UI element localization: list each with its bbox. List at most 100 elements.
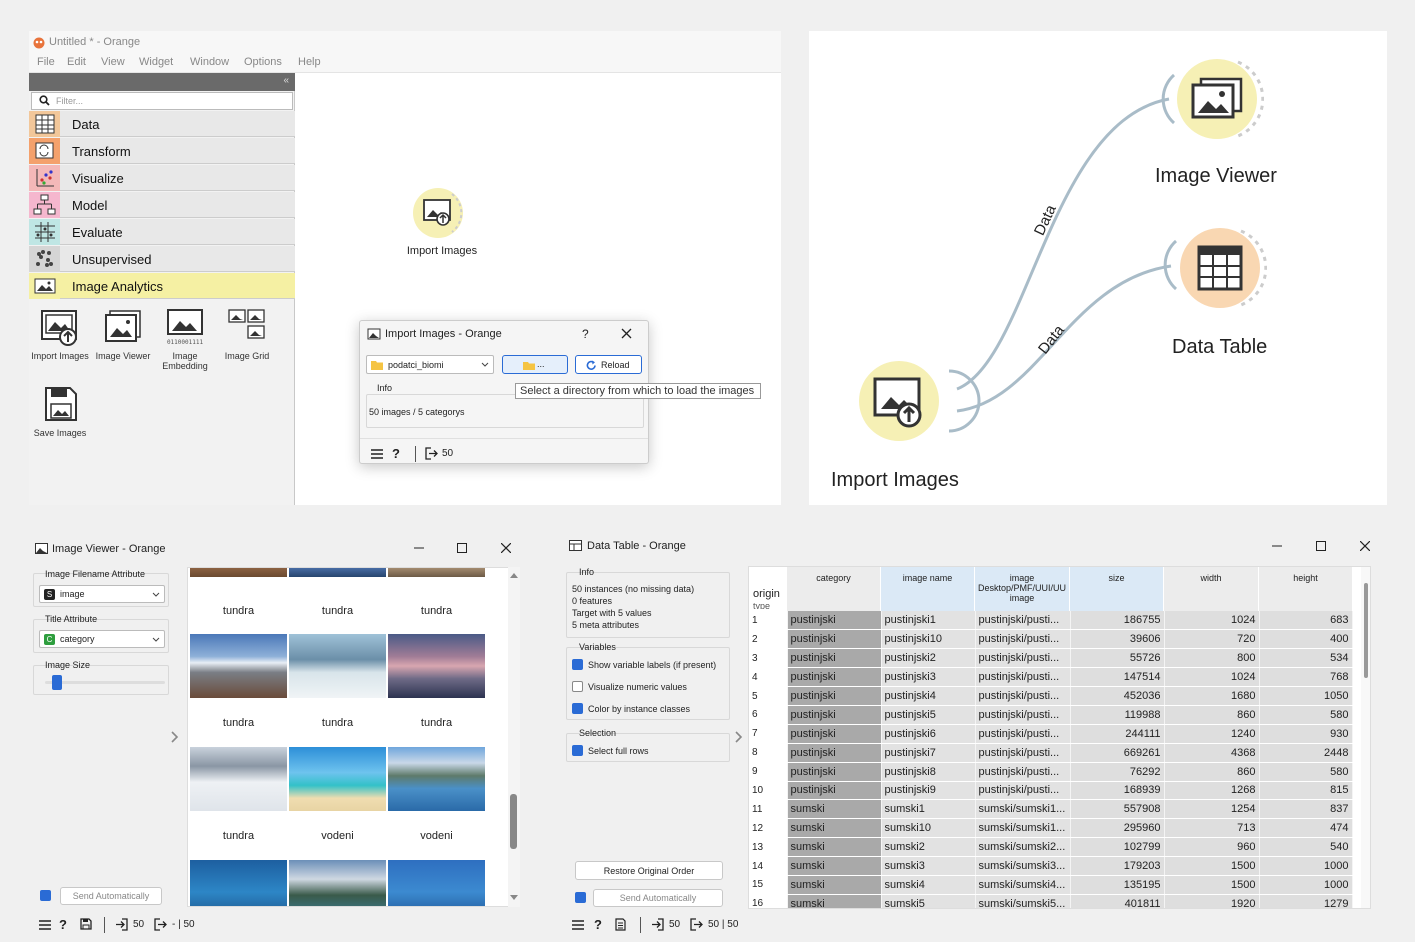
table-row[interactable]: 3 pustinjski pustinjski2 pustinjski/pusti..… [749, 648, 1353, 669]
menu-icon[interactable] [39, 920, 51, 930]
image-tile[interactable] [289, 568, 386, 577]
menu-options[interactable]: Options [244, 56, 282, 68]
close-icon[interactable] [1360, 541, 1370, 551]
reload-button[interactable]: Reload [575, 355, 642, 374]
column-header[interactable]: width [1164, 567, 1258, 611]
canvas-node-import-images[interactable] [413, 188, 463, 238]
help-icon[interactable]: ? [594, 917, 602, 932]
table-row[interactable]: 10 pustinjski pustinjski9 pustinjski/pusti.… [749, 781, 1353, 801]
minimize-icon[interactable] [1272, 541, 1282, 551]
widget-import-images[interactable]: Import Images [30, 307, 90, 361]
image-tile[interactable] [190, 568, 287, 577]
widget-image-grid[interactable]: Image Grid [217, 307, 277, 361]
table-row[interactable]: 4 pustinjski pustinjski3 pustinjski/pusti..… [749, 667, 1353, 688]
category-evaluate[interactable]: Evaluate [29, 219, 295, 245]
image-grid-scrollbar[interactable] [508, 567, 520, 907]
column-header[interactable]: image Desktop/PMF/UUI/UU image [975, 567, 1069, 611]
table-row[interactable]: 7 pustinjski pustinjski6 pustinjski/pusti..… [749, 724, 1353, 744]
category-model[interactable]: Model [29, 192, 295, 218]
image-tile[interactable] [388, 860, 485, 906]
category-unsupervised[interactable]: Unsupervised [29, 246, 295, 272]
widget-image-embedding[interactable]: 0110001111 Image Embedding [155, 307, 215, 371]
send-auto-button[interactable]: Send Automatically [60, 887, 162, 905]
table-row[interactable]: 8 pustinjski pustinjski7 pustinjski/pusti..… [749, 743, 1353, 763]
scroll-up-icon[interactable] [510, 572, 518, 578]
table-row[interactable]: 9 pustinjski pustinjski8 pustinjski/pusti..… [749, 762, 1353, 782]
menu-icon[interactable] [371, 449, 383, 459]
image-tile[interactable] [289, 860, 386, 906]
scroll-thumb[interactable] [510, 794, 517, 849]
select-full-rows-checkbox[interactable] [572, 745, 583, 756]
menu-icon[interactable] [572, 920, 584, 930]
wf-node-image-viewer[interactable] [1177, 59, 1264, 139]
help-icon[interactable]: ? [59, 917, 67, 932]
menu-file[interactable]: File [37, 56, 55, 68]
filter-input[interactable]: Filter... [31, 92, 293, 110]
color-by-class-checkbox[interactable] [572, 703, 583, 714]
grid-scrollbar[interactable] [1361, 567, 1370, 908]
show-labels-checkbox[interactable] [572, 659, 583, 670]
category-data[interactable]: Data [29, 111, 295, 137]
close-icon[interactable] [621, 328, 632, 339]
image-tile[interactable] [388, 634, 485, 698]
menu-view[interactable]: View [101, 56, 125, 68]
table-row[interactable]: 2 pustinjski pustinjski10 pustinjski/pusti.… [749, 629, 1353, 650]
maximize-icon[interactable] [457, 543, 467, 553]
column-header[interactable]: image name [881, 567, 974, 611]
image-tile[interactable] [388, 747, 485, 811]
category-image-analytics[interactable]: Image Analytics [29, 273, 295, 299]
minimize-icon[interactable] [414, 543, 424, 553]
table-row[interactable]: 6 pustinjski pustinjski5 pustinjski/pusti..… [749, 705, 1353, 725]
save-icon[interactable] [80, 918, 92, 930]
column-header[interactable]: size [1070, 567, 1163, 611]
visualize-numeric-checkbox[interactable] [572, 681, 583, 692]
image-tile[interactable] [388, 568, 485, 577]
data-grid-body: 1 pustinjski pustinjski1 pustinjski/pusti..… [749, 611, 1353, 908]
table-row[interactable]: 5 pustinjski pustinjski4 pustinjski/pusti..… [749, 686, 1353, 706]
help-icon[interactable]: ? [392, 446, 400, 461]
table-row[interactable]: 14 sumski sumski3 sumski/sumski3... 179203 15… [749, 856, 1353, 876]
send-auto-checkbox[interactable] [40, 890, 51, 901]
widget-image-viewer[interactable]: Image Viewer [93, 307, 153, 361]
table-row[interactable]: 11 sumski sumski1 sumski/sumski1... 557908 12… [749, 799, 1353, 820]
collapse-sidebar-button[interactable]: « [283, 75, 289, 86]
image-tile[interactable] [289, 634, 386, 698]
category-transform[interactable]: Transform [29, 138, 295, 164]
slider-handle[interactable] [52, 675, 62, 690]
image-tile[interactable] [190, 634, 287, 698]
browse-button[interactable]: ... [502, 355, 568, 374]
menu-widget[interactable]: Widget [139, 56, 173, 68]
scroll-thumb[interactable] [1364, 583, 1368, 678]
directory-combo[interactable]: podatci_biomi [366, 355, 494, 374]
table-row[interactable]: 16 sumski sumski5 sumski/sumski5... 401811 19… [749, 894, 1353, 908]
filename-attr-combo[interactable]: S image [39, 585, 165, 603]
image-tile[interactable] [190, 860, 287, 906]
image-tile[interactable] [190, 747, 287, 811]
column-header[interactable]: height [1259, 567, 1352, 611]
menu-window[interactable]: Window [190, 56, 229, 68]
scroll-down-icon[interactable] [510, 895, 518, 901]
image-tile[interactable] [289, 747, 386, 811]
table-row[interactable]: 1 pustinjski pustinjski1 pustinjski/pusti..… [749, 611, 1353, 631]
send-auto-checkbox[interactable] [575, 892, 586, 903]
maximize-icon[interactable] [1316, 541, 1326, 551]
close-icon[interactable] [501, 543, 511, 553]
title-attr-combo[interactable]: C category [39, 630, 165, 648]
column-header[interactable]: category [787, 567, 880, 611]
chevron-right-icon[interactable] [171, 731, 179, 743]
menu-edit[interactable]: Edit [67, 56, 86, 68]
send-auto-button[interactable]: Send Automatically [593, 889, 723, 907]
menu-help[interactable]: Help [298, 56, 321, 68]
table-row[interactable]: 12 sumski sumski10 sumski/sumski1... 295960 7… [749, 818, 1353, 839]
report-icon[interactable] [615, 918, 626, 931]
wf-node-data-table[interactable] [1180, 228, 1267, 308]
restore-order-button[interactable]: Restore Original Order [575, 861, 723, 880]
wf-node-import-images[interactable] [859, 361, 939, 441]
category-visualize[interactable]: Visualize [29, 165, 295, 191]
table-row[interactable]: 13 sumski sumski2 sumski/sumski2... 102799 96… [749, 837, 1353, 858]
table-row[interactable]: 15 sumski sumski4 sumski/sumski4... 135195 15… [749, 875, 1353, 895]
help-button[interactable]: ? [582, 327, 589, 341]
image-size-slider[interactable] [45, 675, 165, 690]
widget-save-images[interactable]: Save Images [30, 384, 90, 438]
chevron-right-icon[interactable] [735, 731, 743, 743]
